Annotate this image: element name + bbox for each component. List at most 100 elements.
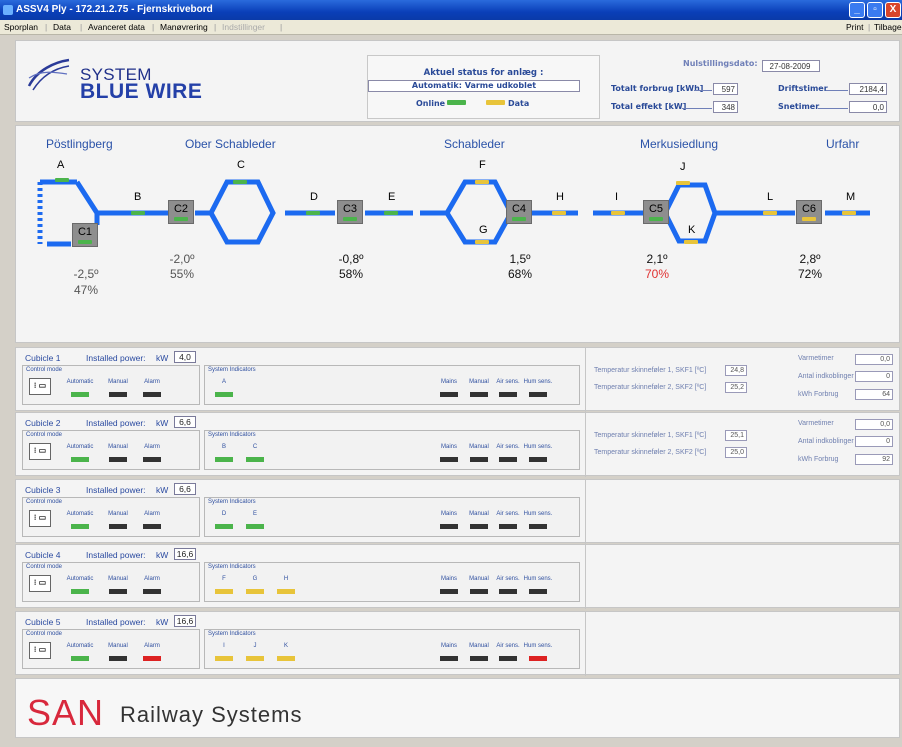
node-letter-c: C xyxy=(237,159,245,171)
control-mode-box: Control mode ⁝ ▭ Automatic Manual Alarm xyxy=(22,497,200,537)
air-sensor-indicator xyxy=(499,392,517,397)
kwh-usage-field: 64 xyxy=(855,389,893,400)
mains-sensor-label: Mains xyxy=(440,511,457,517)
control-mode-switch-icon[interactable]: ⁝ ▭ xyxy=(29,510,51,527)
dotted-leader xyxy=(682,108,712,109)
system-indicator-bar xyxy=(215,656,233,661)
reset-date-field[interactable]: 27-08-2009 xyxy=(762,60,820,72)
air-sensor-indicator xyxy=(499,656,517,661)
heat-hours-field: 0,0 xyxy=(855,354,893,365)
node-c-indicator xyxy=(233,180,247,184)
system-indicator-label: B xyxy=(221,444,226,450)
node-k-indicator xyxy=(684,240,698,244)
menu-indstillinger[interactable]: Indstillinger xyxy=(222,20,265,35)
cubicle-right-panel: Temperatur skinneføler 1, SKF1 [ºC] 24,8 T… xyxy=(586,348,901,412)
system-indicator-label: D xyxy=(221,511,227,517)
data-label: Data xyxy=(508,99,530,108)
system-indicator-bar xyxy=(246,656,264,661)
system-indicators-label: System Indicators xyxy=(208,432,256,438)
system-indicator-label: E xyxy=(252,511,257,517)
c4-temperature: 1,5º xyxy=(509,252,531,266)
hum-sensor-label: Hum sens. xyxy=(523,576,553,582)
cubicle-right-panel xyxy=(586,545,901,609)
logo-bluewire-text: BLUE WIRE xyxy=(80,80,203,103)
menu-data[interactable]: Data xyxy=(53,20,71,35)
cubicle-c5-node[interactable]: C5 xyxy=(643,200,669,224)
hum-sensor-indicator xyxy=(529,589,547,594)
system-indicator-bar xyxy=(246,524,264,529)
installed-power-label: Installed power: xyxy=(86,550,146,560)
node-letter-d: D xyxy=(310,191,318,203)
manual-sensor-indicator xyxy=(470,524,488,529)
mains-sensor-indicator xyxy=(440,392,458,397)
control-mode-switch-icon[interactable]: ⁝ ▭ xyxy=(29,378,51,395)
installed-power-field: 16,6 xyxy=(174,615,196,627)
hum-sensor-label: Hum sens. xyxy=(523,379,553,385)
manual-sensor-indicator xyxy=(470,392,488,397)
c2-temperature: -2,0º xyxy=(169,252,195,266)
node-d-indicator xyxy=(306,211,320,215)
cubicle-left-section: Cubicle 3 Installed power: kW 6,6 Control mo… xyxy=(16,480,586,544)
cubicle-row: Cubicle 4 Installed power: kW 16,6 Control m… xyxy=(15,544,901,609)
system-indicator-bar xyxy=(246,589,264,594)
cubicle-c2-led xyxy=(174,217,188,221)
menu-sporplan[interactable]: Sporplan xyxy=(4,20,38,35)
hum-sensor-label: Hum sens. xyxy=(523,643,553,649)
cubicle-c4-node[interactable]: C4 xyxy=(506,200,532,224)
title-bar: ASSV4 Ply - 172.21.2.75 - Fjernskrivebor… xyxy=(0,0,902,20)
c5-percentage: 70% xyxy=(644,267,670,281)
cubicle-c1-node[interactable]: C1 xyxy=(72,223,98,247)
minimize-button[interactable]: _ xyxy=(849,2,865,18)
system-indicator-bar xyxy=(277,656,295,661)
system-indicator-bar xyxy=(215,524,233,529)
system-indicators-label: System Indicators xyxy=(208,499,256,505)
kw-label: kW xyxy=(156,550,169,560)
c3-temperature: -0,8º xyxy=(338,252,364,266)
c5-temperature: 2,1º xyxy=(646,252,668,266)
manual-sensor-indicator xyxy=(470,656,488,661)
alarm-indicator xyxy=(143,457,161,462)
cubicle-c6-node[interactable]: C6 xyxy=(796,200,822,224)
reset-date-label: Nulstillingsdato: xyxy=(683,59,758,68)
mains-sensor-indicator xyxy=(440,457,458,462)
automatic-indicator xyxy=(71,589,89,594)
cubicle-left-section: Cubicle 4 Installed power: kW 16,6 Control m… xyxy=(16,545,586,609)
menu-tilbage[interactable]: Tilbage xyxy=(874,20,902,35)
control-mode-switch-icon[interactable]: ⁝ ▭ xyxy=(29,642,51,659)
system-indicators-box: System Indicators A Mains Manual Air sens. Hu… xyxy=(204,365,580,405)
maximize-button[interactable]: ▫ xyxy=(867,2,883,18)
menu-print[interactable]: Print xyxy=(846,20,863,35)
heat-hours-label: Varmetimer xyxy=(798,355,834,362)
menu-bar: Sporplan | Data | Avanceret data | Manøv… xyxy=(0,20,902,35)
menu-avanceret-data[interactable]: Avanceret data xyxy=(88,20,145,35)
manual-label: Manual xyxy=(108,444,128,450)
control-mode-label: Control mode xyxy=(26,631,63,637)
cubicle-c3-node[interactable]: C3 xyxy=(337,200,363,224)
control-mode-switch-icon[interactable]: ⁝ ▭ xyxy=(29,575,51,592)
cubicle-c2-node[interactable]: C2 xyxy=(168,200,194,224)
system-indicator-bar xyxy=(215,589,233,594)
blue-wire-logo-icon xyxy=(27,58,70,91)
system-indicators-box: System Indicators I J K Mains Manual Air sens.… xyxy=(204,629,580,669)
manual-indicator xyxy=(109,589,127,594)
system-indicator-label: C xyxy=(252,444,258,450)
cubicle-c1-led xyxy=(78,240,92,244)
cubicle-c2-label: C2 xyxy=(173,203,189,215)
kw-label: kW xyxy=(156,485,169,495)
cubicle-title: Cubicle 2 xyxy=(25,418,61,428)
c1-temperature: -2,5º xyxy=(73,267,99,281)
close-button[interactable]: X xyxy=(885,2,901,18)
node-a-indicator xyxy=(55,178,69,182)
node-j-indicator xyxy=(676,181,690,185)
menu-manoevrering[interactable]: Manøvrering xyxy=(160,20,208,35)
control-mode-switch-icon[interactable]: ⁝ ▭ xyxy=(29,443,51,460)
manual-sensor-label: Manual xyxy=(469,643,489,649)
installed-power-field: 6,6 xyxy=(174,416,196,428)
mains-sensor-indicator xyxy=(440,524,458,529)
hum-sensor-indicator xyxy=(529,524,547,529)
heat-hours-field: 0,0 xyxy=(855,419,893,430)
cubicle-row: Cubicle 5 Installed power: kW 16,6 Control m… xyxy=(15,611,900,676)
control-mode-label: Control mode xyxy=(26,367,63,373)
cubicle-c6-label: C6 xyxy=(801,203,817,215)
installed-power-label: Installed power: xyxy=(86,353,146,363)
